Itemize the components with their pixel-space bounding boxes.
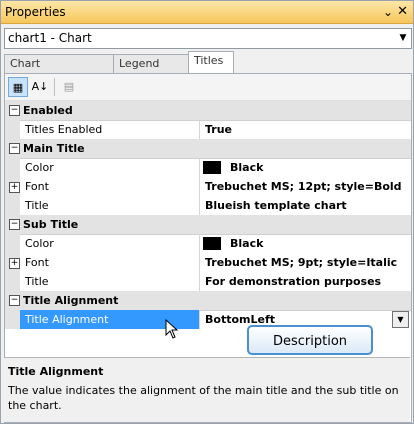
property-name: Title Alignment xyxy=(25,313,109,326)
property-name: Title xyxy=(25,199,49,212)
property-value[interactable]: Black xyxy=(230,161,263,174)
description-pane: Title Alignment The value indicates the … xyxy=(4,357,410,422)
mouse-cursor-icon xyxy=(165,319,179,339)
property-name: Font xyxy=(25,256,49,269)
property-value[interactable]: For demonstration purposes xyxy=(205,275,381,288)
property-row[interactable]: Title Blueish template chart xyxy=(5,196,411,215)
property-value[interactable]: Trebuchet MS; 12pt; style=Bold xyxy=(205,180,402,193)
color-swatch xyxy=(203,161,221,174)
toolbar-divider xyxy=(54,78,55,96)
categorized-icon[interactable]: ▦ xyxy=(8,77,28,97)
property-toolbar: ▦ A↓ ▤ xyxy=(5,74,411,101)
callout-label: Description xyxy=(272,334,348,349)
title-bar: Properties ⌄ ✕ xyxy=(1,1,413,24)
property-name: Title xyxy=(25,275,49,288)
category-enabled[interactable]: − Enabled xyxy=(5,101,411,121)
tab-titles[interactable]: Titles xyxy=(188,51,234,73)
property-value[interactable]: True xyxy=(205,123,232,136)
property-value[interactable]: Trebuchet MS; 9pt; style=Italic xyxy=(205,256,397,269)
description-text: The value indicates the alignment of the… xyxy=(8,384,399,412)
expand-icon[interactable]: + xyxy=(9,258,20,269)
description-callout: Description xyxy=(247,325,373,355)
color-swatch xyxy=(203,237,221,250)
dropdown-arrow-icon[interactable]: ▼ xyxy=(392,311,409,328)
property-value[interactable]: Blueish template chart xyxy=(205,199,347,212)
category-label: Main Title xyxy=(23,142,85,155)
property-name: Color xyxy=(25,237,54,250)
pin-icon[interactable]: ⌄ xyxy=(383,5,393,19)
category-label: Enabled xyxy=(23,104,73,117)
tab-legend-area[interactable]: Legend Area xyxy=(113,54,193,88)
property-name: Titles Enabled xyxy=(25,123,103,136)
object-selector[interactable]: chart1 - Chart ▼ xyxy=(4,28,412,49)
property-name: Font xyxy=(25,180,49,193)
tab-strip: Chart Background Legend Area Titles xyxy=(4,51,410,88)
category-label: Title Alignment xyxy=(23,294,119,307)
alphabetical-icon[interactable]: A↓ xyxy=(30,77,50,97)
property-name: Color xyxy=(25,161,54,174)
property-row[interactable]: Color Black xyxy=(5,234,411,253)
property-row[interactable]: + Font Trebuchet MS; 9pt; style=Italic xyxy=(5,253,411,272)
property-pages-icon[interactable]: ▤ xyxy=(59,77,79,97)
close-icon[interactable]: ✕ xyxy=(397,4,408,19)
property-row[interactable]: Title For demonstration purposes xyxy=(5,272,411,291)
property-row[interactable]: Titles Enabled True xyxy=(5,120,411,139)
property-grid: − Enabled Titles Enabled True − Main Tit… xyxy=(5,101,411,345)
properties-window: Properties ⌄ ✕ chart1 - Chart ▼ Chart Ba… xyxy=(0,0,414,424)
category-label: Sub Title xyxy=(23,218,79,231)
expand-icon[interactable]: + xyxy=(9,182,20,193)
property-value[interactable]: Black xyxy=(230,237,263,250)
category-main-title[interactable]: − Main Title xyxy=(5,139,411,159)
tab-chart-background[interactable]: Chart Background xyxy=(4,54,114,88)
collapse-icon[interactable]: − xyxy=(9,105,20,116)
collapse-icon[interactable]: − xyxy=(9,295,20,306)
category-sub-title[interactable]: − Sub Title xyxy=(5,215,411,235)
property-row[interactable]: Color Black xyxy=(5,158,411,177)
window-title: Properties xyxy=(5,5,66,19)
property-row[interactable]: + Font Trebuchet MS; 12pt; style=Bold xyxy=(5,177,411,196)
collapse-icon[interactable]: − xyxy=(9,219,20,230)
object-selector-value: chart1 - Chart xyxy=(8,31,92,45)
category-title-alignment[interactable]: − Title Alignment xyxy=(5,291,411,311)
description-title: Title Alignment xyxy=(8,365,104,378)
chevron-down-icon[interactable]: ▼ xyxy=(395,29,411,48)
collapse-icon[interactable]: − xyxy=(9,143,20,154)
